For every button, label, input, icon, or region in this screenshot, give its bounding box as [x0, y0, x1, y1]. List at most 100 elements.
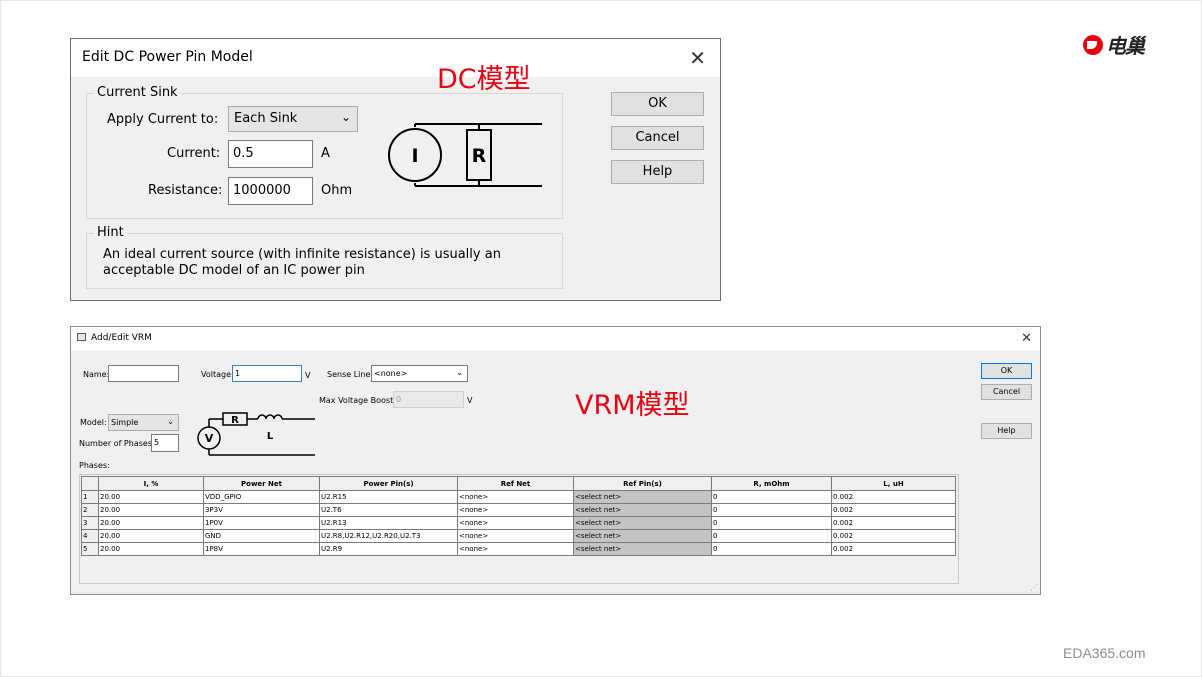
- close-icon[interactable]: ✕: [1021, 331, 1032, 346]
- resistance-cell[interactable]: 0: [711, 529, 832, 543]
- table-row[interactable]: 5 20.00 1P8V U2.R9 <none> <select net> 0…: [81, 542, 956, 556]
- current-percent-cell[interactable]: 20.00: [98, 529, 204, 543]
- resistance-input[interactable]: 1000000: [228, 177, 313, 205]
- ok-button[interactable]: OK: [981, 363, 1032, 379]
- voltage-label: Voltage:: [201, 370, 234, 379]
- vrm-dialog: Add/Edit VRM ✕ Name: Voltage: 1 V Sense …: [70, 326, 1041, 595]
- power-net-cell[interactable]: GND: [203, 529, 320, 543]
- resistance-cell[interactable]: 0: [711, 503, 832, 517]
- number-of-phases-input[interactable]: 5: [151, 434, 179, 452]
- table-row[interactable]: 3 20.00 1P0V U2.R13 <none> <select net> …: [81, 516, 956, 530]
- current-percent-cell[interactable]: 20.00: [98, 542, 204, 556]
- cancel-button[interactable]: Cancel: [981, 384, 1032, 400]
- hint-text: An ideal current source (with infinite r…: [103, 247, 501, 278]
- max-voltage-boost-unit: V: [467, 396, 473, 405]
- power-pins-cell[interactable]: U2.R9: [319, 542, 458, 556]
- cancel-button[interactable]: Cancel: [611, 126, 704, 150]
- current-unit: A: [321, 146, 330, 161]
- ref-pins-cell[interactable]: <select net>: [573, 490, 712, 504]
- column-header[interactable]: Power Pin(s): [319, 476, 458, 491]
- ref-pins-cell[interactable]: <select net>: [573, 529, 712, 543]
- current-label: Current:: [167, 146, 221, 161]
- help-button[interactable]: Help: [981, 423, 1032, 439]
- footer-site-text: EDA365.com: [1063, 645, 1146, 661]
- inductance-cell[interactable]: 0.002: [831, 529, 956, 543]
- resize-grip-icon[interactable]: ⋰: [1030, 583, 1038, 592]
- column-header[interactable]: L, uH: [831, 476, 956, 491]
- ref-net-cell[interactable]: <none>: [457, 490, 574, 504]
- apply-current-select[interactable]: Each Sink ⌄: [228, 106, 358, 132]
- power-net-cell[interactable]: VDD_GPIO: [203, 490, 320, 504]
- model-select[interactable]: Simple ⌄: [108, 414, 179, 431]
- max-voltage-boost-label: Max Voltage Boost:: [319, 396, 396, 405]
- dialog-titlebar: Edit DC Power Pin Model ✕: [71, 39, 720, 77]
- dialog-title: Add/Edit VRM: [91, 333, 152, 343]
- column-header[interactable]: I, %: [98, 476, 204, 491]
- close-icon[interactable]: ✕: [689, 46, 706, 70]
- ref-net-cell[interactable]: <none>: [457, 503, 574, 517]
- table-header-row: I, % Power Net Power Pin(s) Ref Net Ref …: [81, 476, 956, 491]
- inductance-cell[interactable]: 0.002: [831, 490, 956, 504]
- power-net-cell[interactable]: 1P0V: [203, 516, 320, 530]
- model-value: Simple: [111, 418, 139, 427]
- resistor-letter: R: [472, 145, 487, 167]
- brand-logo: 电巢: [1083, 30, 1145, 59]
- name-input[interactable]: [108, 365, 179, 382]
- resistance-cell[interactable]: 0: [711, 542, 832, 556]
- row-number: 2: [81, 503, 99, 517]
- current-percent-cell[interactable]: 20.00: [98, 516, 204, 530]
- help-button[interactable]: Help: [611, 160, 704, 184]
- resistance-label: Resistance:: [148, 183, 223, 198]
- ref-pins-cell[interactable]: <select net>: [573, 503, 712, 517]
- resistance-cell[interactable]: 0: [711, 516, 832, 530]
- power-net-cell[interactable]: 1P8V: [203, 542, 320, 556]
- source-letter: V: [205, 432, 214, 445]
- ok-button[interactable]: OK: [611, 92, 704, 116]
- phases-table: I, % Power Net Power Pin(s) Ref Net Ref …: [81, 476, 956, 556]
- current-percent-cell[interactable]: 20.00: [98, 503, 204, 517]
- ref-net-cell[interactable]: <none>: [457, 516, 574, 530]
- column-header[interactable]: R, mOhm: [711, 476, 832, 491]
- sense-line-value: <none>: [374, 369, 408, 378]
- power-pins-cell[interactable]: U2.R15: [319, 490, 458, 504]
- apply-current-label: Apply Current to:: [107, 112, 219, 127]
- voltage-unit: V: [305, 371, 311, 380]
- phases-label: Phases:: [79, 461, 110, 470]
- resistance-unit: Ohm: [321, 183, 353, 198]
- inductance-cell[interactable]: 0.002: [831, 503, 956, 517]
- column-header[interactable]: Ref Net: [457, 476, 574, 491]
- group-title: Current Sink: [94, 85, 181, 100]
- table-row[interactable]: 2 20.00 3P3V U2.T6 <none> <select net> 0…: [81, 503, 956, 517]
- resistance-cell[interactable]: 0: [711, 490, 832, 504]
- current-percent-cell[interactable]: 20.00: [98, 490, 204, 504]
- inductance-cell[interactable]: 0.002: [831, 516, 956, 530]
- dc-power-pin-dialog: Edit DC Power Pin Model ✕ Current Sink A…: [70, 38, 721, 301]
- dialog-title: Edit DC Power Pin Model: [82, 49, 253, 65]
- ref-pins-cell[interactable]: <select net>: [573, 542, 712, 556]
- inductor-letter: L: [267, 431, 274, 442]
- vrm-model-label: VRM模型: [575, 390, 690, 421]
- ref-net-cell[interactable]: <none>: [457, 542, 574, 556]
- chevron-down-icon: ⌄: [340, 110, 351, 124]
- dc-model-label: DC模型: [437, 64, 531, 95]
- current-input[interactable]: 0.5: [228, 140, 313, 168]
- voltage-input[interactable]: 1: [232, 365, 302, 382]
- ref-net-cell[interactable]: <none>: [457, 529, 574, 543]
- power-pins-cell[interactable]: U2.R13: [319, 516, 458, 530]
- inductance-cell[interactable]: 0.002: [831, 542, 956, 556]
- resistor-letter: R: [231, 415, 239, 426]
- power-pins-cell[interactable]: U2.R8,U2.R12,U2.R20,U2.T3: [319, 529, 458, 543]
- current-sink-group: Current Sink Apply Current to: Each Sink…: [86, 85, 563, 219]
- column-header[interactable]: Ref Pin(s): [573, 476, 712, 491]
- table-row[interactable]: 1 20.00 VDD_GPIO U2.R15 <none> <select n…: [81, 490, 956, 504]
- column-header[interactable]: Power Net: [203, 476, 320, 491]
- sense-line-select[interactable]: <none> ⌄: [371, 365, 468, 382]
- power-net-cell[interactable]: 3P3V: [203, 503, 320, 517]
- power-pins-cell[interactable]: U2.T6: [319, 503, 458, 517]
- ref-pins-cell[interactable]: <select net>: [573, 516, 712, 530]
- table-row[interactable]: 4 20.00 GND U2.R8,U2.R12,U2.R20,U2.T3 <n…: [81, 529, 956, 543]
- group-title: Hint: [94, 225, 127, 240]
- chevron-down-icon: ⌄: [167, 417, 174, 426]
- max-voltage-boost-input[interactable]: 0: [393, 391, 464, 408]
- dialog-titlebar: Add/Edit VRM ✕: [71, 327, 1040, 350]
